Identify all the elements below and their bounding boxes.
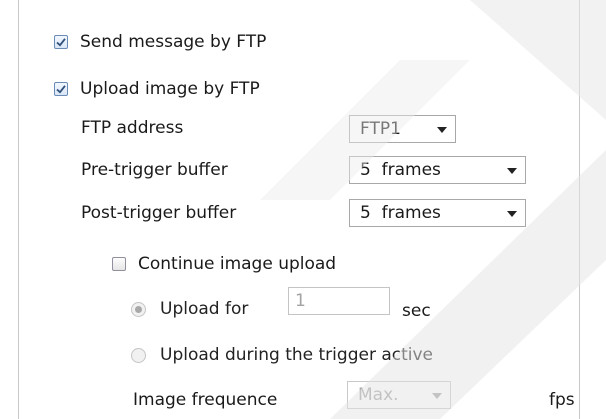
checkmark-icon	[56, 85, 66, 94]
ftp-address-select[interactable]: FTP1	[349, 115, 456, 143]
send-message-ftp-label: Send message by FTP	[80, 32, 267, 52]
event-ftp-settings-panel: Send message by FTP Upload image by FTP …	[18, 0, 580, 419]
upload-for-seconds-input[interactable]: 1	[288, 287, 390, 315]
post-trigger-buffer-value: 5 frames	[360, 203, 441, 223]
send-message-ftp-checkbox[interactable]	[54, 35, 68, 49]
upload-for-seconds-value: 1	[295, 291, 306, 311]
chevron-down-icon	[507, 168, 517, 174]
pre-trigger-buffer-label: Pre-trigger buffer	[81, 160, 228, 180]
upload-image-ftp-row[interactable]: Upload image by FTP	[54, 79, 260, 99]
pre-trigger-buffer-value: 5 frames	[360, 160, 441, 180]
continue-image-upload-row[interactable]: Continue image upload	[112, 254, 336, 274]
pre-trigger-buffer-select[interactable]: 5 frames	[349, 156, 526, 184]
chevron-down-icon	[437, 127, 447, 133]
send-message-ftp-row[interactable]: Send message by FTP	[54, 32, 266, 52]
upload-for-label: Upload for	[160, 299, 249, 319]
ftp-address-value: FTP1	[360, 119, 401, 139]
image-frequence-select[interactable]: Max.	[347, 381, 451, 409]
post-trigger-buffer-select[interactable]: 5 frames	[349, 199, 526, 227]
radio-selected-dot	[135, 305, 142, 313]
continue-image-upload-checkbox[interactable]	[112, 257, 126, 271]
post-trigger-buffer-label: Post-trigger buffer	[81, 203, 237, 223]
image-frequence-unit: fps	[549, 390, 575, 410]
upload-during-trigger-radio[interactable]	[131, 347, 146, 363]
checkmark-icon	[56, 38, 66, 47]
upload-for-radio[interactable]	[131, 301, 146, 317]
upload-during-trigger-label: Upload during the trigger active	[160, 345, 434, 365]
chevron-down-icon	[507, 211, 517, 217]
continue-image-upload-label: Continue image upload	[138, 254, 337, 274]
upload-for-unit: sec	[402, 301, 431, 321]
upload-image-ftp-checkbox[interactable]	[54, 82, 68, 96]
upload-image-ftp-label: Upload image by FTP	[80, 79, 260, 99]
image-frequence-label: Image frequence	[133, 390, 278, 410]
chevron-down-icon	[432, 393, 442, 399]
ftp-address-label: FTP address	[81, 118, 184, 138]
image-frequence-value: Max.	[358, 385, 399, 405]
upload-for-row[interactable]: Upload for	[131, 299, 248, 319]
upload-during-trigger-row[interactable]: Upload during the trigger active	[131, 345, 433, 365]
